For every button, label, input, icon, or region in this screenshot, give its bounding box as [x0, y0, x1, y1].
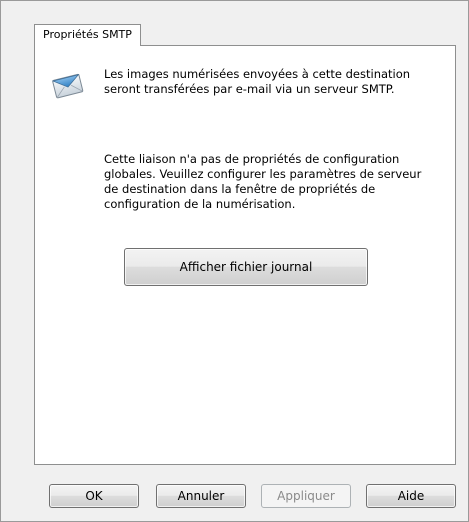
description-text: Cette liaison n'a pas de propriétés de c… — [104, 152, 422, 211]
intro-text: Les images numérisées envoyées à cette d… — [104, 67, 411, 96]
show-log-file-button[interactable]: Afficher fichier journal — [124, 248, 368, 286]
smtp-properties-dialog: Propriétés SMTP Les images numérisées en… — [0, 0, 469, 522]
apply-button[interactable]: Appliquer — [261, 484, 351, 508]
cancel-button[interactable]: Annuler — [156, 484, 246, 508]
ok-button[interactable]: OK — [49, 484, 139, 508]
tab-smtp-properties[interactable]: Propriétés SMTP — [34, 24, 141, 46]
envelope-icon — [51, 68, 85, 102]
tab-label: Propriétés SMTP — [43, 28, 132, 41]
help-button[interactable]: Aide — [366, 484, 456, 508]
tab-panel: Les images numérisées envoyées à cette d… — [34, 45, 456, 465]
